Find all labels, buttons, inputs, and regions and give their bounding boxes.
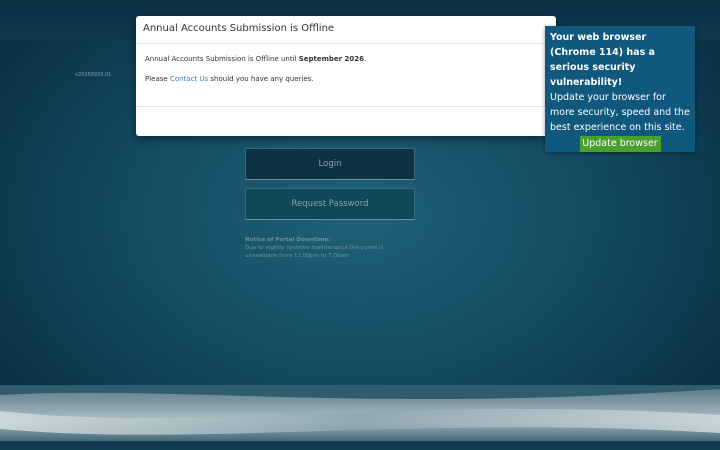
- modal-body: Annual Accounts Submission is Offline un…: [136, 44, 556, 84]
- contact-us-link[interactable]: Contact Us: [170, 75, 208, 83]
- offline-message: Annual Accounts Submission is Offline un…: [145, 55, 547, 64]
- modal-footer-divider: [136, 106, 556, 107]
- downtime-notice-heading: Notice of Portal Downtime:: [245, 237, 331, 243]
- contact-message: Please Contact Us should you have any qu…: [145, 75, 547, 84]
- queries-text: should you have any queries.: [208, 75, 314, 83]
- wave-graphic: [0, 385, 720, 450]
- please-text: Please: [145, 75, 170, 83]
- login-button[interactable]: Login: [245, 148, 415, 180]
- offline-date: September 2026: [298, 55, 365, 63]
- browser-update-message: Update your browser for more security, s…: [550, 92, 690, 133]
- browser-update-popup: Your web browser (Chrome 114) has a seri…: [545, 26, 695, 152]
- version-label: v20250926.01: [75, 72, 112, 78]
- offline-message-end: .: [364, 55, 367, 63]
- update-browser-button[interactable]: Update browser: [579, 136, 661, 152]
- downtime-notice-text: Due to nightly systems maintenance the p…: [245, 245, 384, 259]
- request-password-button[interactable]: Request Password: [245, 188, 415, 220]
- bottom-wave-decoration: [0, 385, 720, 450]
- offline-modal: Annual Accounts Submission is Offline An…: [136, 16, 556, 136]
- browser-warning: Your web browser (Chrome 114) has a seri…: [550, 32, 655, 88]
- offline-message-text: Annual Accounts Submission is Offline un…: [145, 55, 299, 63]
- downtime-notice: Notice of Portal Downtime: Due to nightl…: [245, 236, 415, 260]
- modal-title: Annual Accounts Submission is Offline: [136, 16, 556, 44]
